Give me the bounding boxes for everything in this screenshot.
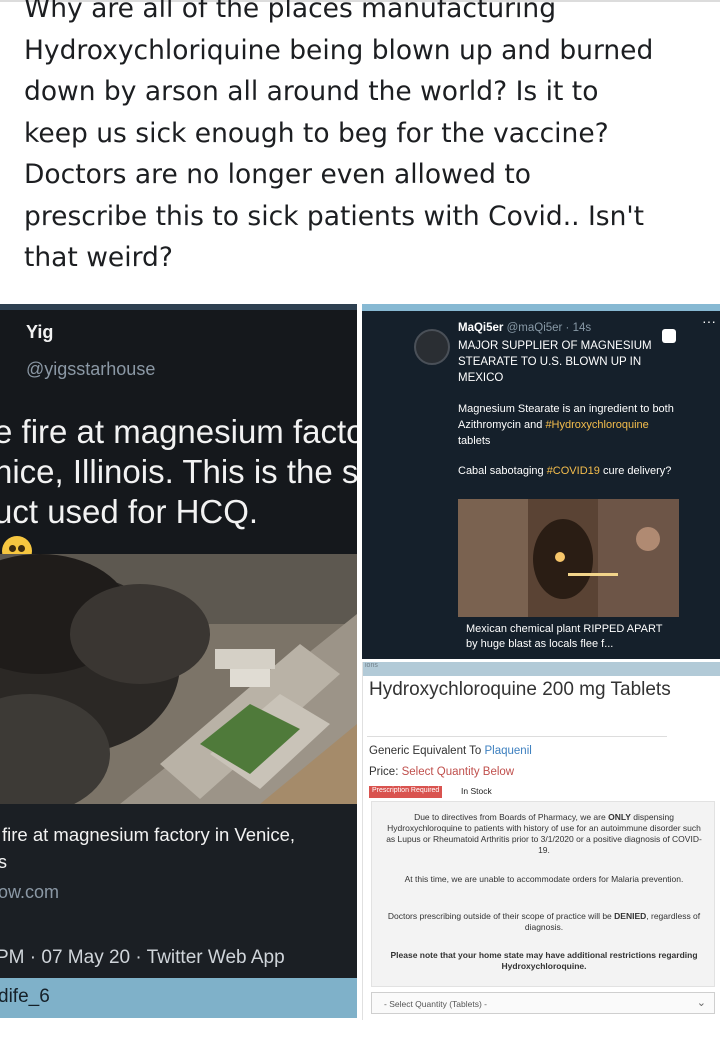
post-line: down by arson all around the world? Is i… bbox=[24, 76, 599, 107]
notice-text: Doctors prescribing outside of their sco… bbox=[387, 911, 615, 921]
notice-paragraph: Please note that your home state may hav… bbox=[390, 950, 698, 971]
top-strip: ions bbox=[363, 662, 720, 676]
post-line: that weird? bbox=[24, 242, 173, 273]
post-line: Why are all of the places manufacturing bbox=[24, 0, 557, 24]
footer-username[interactable]: dife_6 bbox=[0, 978, 357, 1018]
tweet-paragraph-1: Magnesium Stearate is an ingredient to b… bbox=[458, 401, 678, 449]
paragraph-text: Cabal sabotaging bbox=[458, 465, 547, 477]
generic-label: Generic Equivalent To bbox=[369, 745, 485, 757]
tweet-body-line: uct used for HCQ. bbox=[0, 492, 357, 566]
product-title: Hydroxychloroquine 200 mg Tablets bbox=[369, 679, 671, 700]
tweet-body-text: uct used for HCQ. bbox=[0, 493, 259, 530]
left-tweet-image[interactable]: Yig @yigsstarhouse e fire at magnesium f… bbox=[0, 304, 357, 1018]
quantity-select-value: - Select Quantity (Tablets) - bbox=[384, 999, 487, 1009]
prescription-required-badge: Prescription Required bbox=[369, 786, 443, 798]
tweet-author-handle: @maQi5er · 14s bbox=[506, 322, 592, 334]
price-label: Price: bbox=[369, 766, 402, 778]
explosion-illustration bbox=[458, 499, 679, 617]
stock-status: In Stock bbox=[461, 786, 492, 796]
right-tweet-image[interactable]: MaQi5er @maQi5er · 14s ··· MAJOR SUPPLIE… bbox=[362, 304, 720, 659]
post-text: Why are all of the places manufacturing … bbox=[24, 0, 714, 279]
hashtag-covid19[interactable]: #COVID19 bbox=[547, 465, 600, 477]
notice-emphasis: DENIED bbox=[614, 911, 647, 921]
tweet-body-line: nice, Illinois. This is the sa bbox=[0, 453, 357, 490]
link-card[interactable]: fire at magnesium factory in Venice, s o… bbox=[0, 804, 357, 944]
explosion-photo[interactable] bbox=[458, 499, 679, 617]
paragraph-text: cure delivery? bbox=[599, 465, 672, 477]
tweet-author-name: MaQi5er bbox=[458, 322, 504, 334]
notice-paragraph: Due to directives from Boards of Pharmac… bbox=[382, 812, 706, 856]
quantity-select[interactable]: - Select Quantity (Tablets) - ⌄ bbox=[371, 992, 715, 1014]
generic-link[interactable]: Plaquenil bbox=[485, 745, 532, 757]
photo-caption[interactable]: Mexican chemical plant RIPPED APART by h… bbox=[458, 617, 679, 659]
price-value: Select Quantity Below bbox=[401, 766, 515, 778]
tweet-author-name[interactable]: Yig bbox=[26, 322, 53, 343]
post-line: Hydroxychloriquine being blown up and bu… bbox=[24, 34, 654, 66]
post-line: Doctors are no longer even allowed to bbox=[24, 159, 531, 190]
tweet-body-line: e fire at magnesium facto bbox=[0, 413, 357, 450]
notice-text: Due to directives from Boards of Pharmac… bbox=[414, 812, 609, 822]
chevron-down-icon[interactable]: ⌄ bbox=[697, 996, 706, 1009]
post-line: keep us sick enough to beg for the vacci… bbox=[24, 117, 609, 149]
post-line: prescribe this to sick patients with Cov… bbox=[24, 200, 645, 232]
notice-paragraph: Doctors prescribing outside of their sco… bbox=[382, 911, 706, 933]
left-top-bar bbox=[0, 304, 357, 310]
tweet-author[interactable]: MaQi5er @maQi5er · 14s bbox=[458, 322, 591, 334]
pharmacy-product-page: ions Hydroxychloroquine 200 mg Tablets G… bbox=[362, 662, 720, 1020]
divider bbox=[367, 736, 667, 737]
dispensing-notice: Due to directives from Boards of Pharmac… bbox=[371, 801, 715, 987]
tweet-paragraph-2: Cabal sabotaging #COVID19 cure delivery? bbox=[458, 463, 678, 479]
factory-fire-photo[interactable] bbox=[0, 554, 357, 804]
tweet-author-handle[interactable]: @yigsstarhouse bbox=[26, 359, 155, 380]
link-card-domain[interactable]: ow.com bbox=[0, 882, 59, 903]
right-tweet-card: MaQi5er @maQi5er · 14s ··· MAJOR SUPPLIE… bbox=[362, 311, 720, 659]
tweet-headline: MAJOR SUPPLIER OF MAGNESIUM STEARATE TO … bbox=[458, 340, 652, 384]
paragraph-text: tablets bbox=[458, 435, 491, 447]
link-card-snippet: s bbox=[0, 852, 7, 872]
notice-paragraph: At this time, we are unable to accommoda… bbox=[404, 874, 684, 884]
notice-emphasis: ONLY bbox=[608, 812, 631, 822]
price: Price: Select Quantity Below bbox=[369, 766, 514, 778]
more-options-icon[interactable]: ··· bbox=[702, 313, 716, 329]
factory-fire-illustration bbox=[0, 554, 357, 804]
tweet-body: e fire at magnesium facto nice, Illinois… bbox=[0, 412, 357, 566]
avatar[interactable] bbox=[414, 329, 450, 365]
tweet-timestamp[interactable]: PM · 07 May 20 · Twitter Web App bbox=[0, 944, 357, 978]
generic-equivalent: Generic Equivalent To Plaquenil bbox=[369, 745, 532, 757]
link-card-title[interactable]: fire at magnesium factory in Venice, bbox=[2, 824, 295, 846]
hashtag-hydroxychloroquine[interactable]: #Hydroxychloroquine bbox=[545, 419, 648, 431]
